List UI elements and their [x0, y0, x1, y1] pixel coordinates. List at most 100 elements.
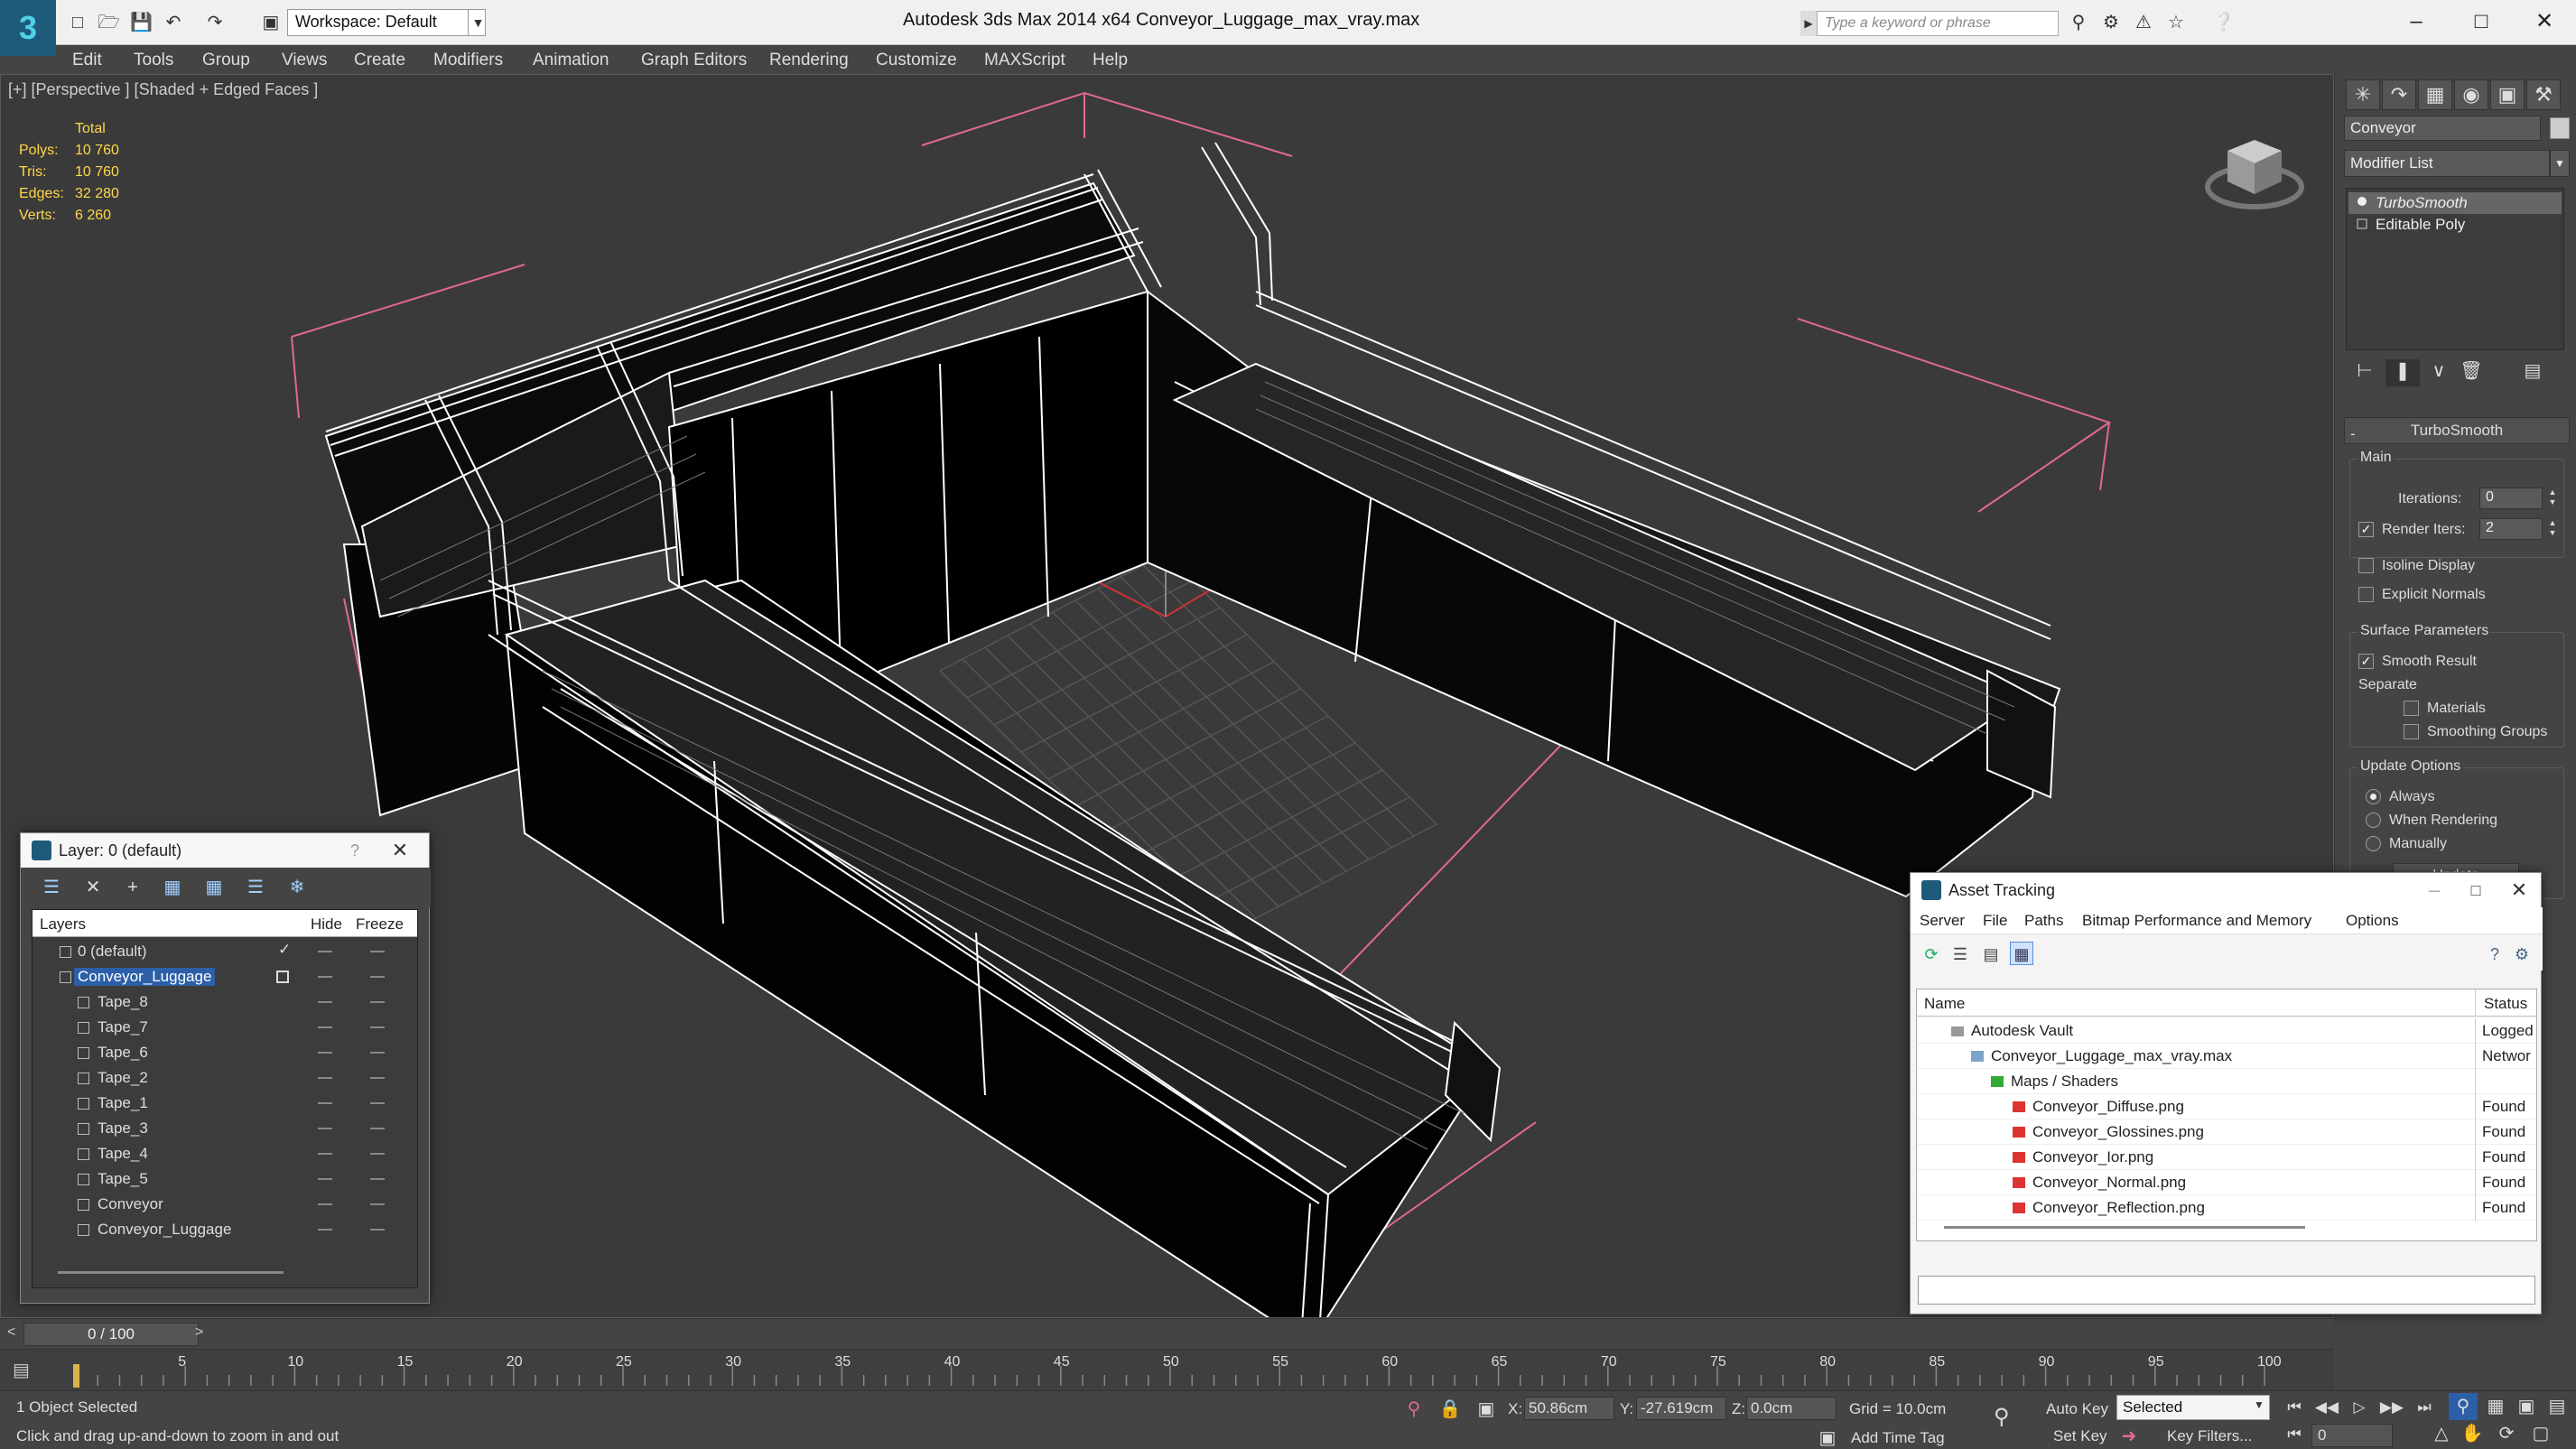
undo-icon[interactable]: ↶	[163, 12, 184, 33]
hide-toggle[interactable]	[318, 1203, 332, 1205]
open-file-icon[interactable]: 🗁	[98, 12, 120, 33]
asset-row[interactable]: Maps / Shaders	[1917, 1069, 2536, 1094]
asset-row[interactable]: Conveyor_Luggage_max_vray.max Networ	[1917, 1044, 2536, 1069]
menu-animation[interactable]: Animation	[533, 51, 609, 70]
freeze-toggle[interactable]	[370, 1001, 385, 1003]
stack-item-editable-poly[interactable]: Editable Poly	[2348, 214, 2562, 236]
hide-toggle[interactable]	[318, 1102, 332, 1104]
hide-toggle[interactable]	[318, 1229, 332, 1231]
favorites-icon[interactable]: ☆	[2165, 12, 2187, 33]
settings-icon[interactable]: ⚙	[2510, 942, 2534, 965]
delete-layer-icon[interactable]: ✕	[79, 875, 107, 900]
manually-radio[interactable]	[2366, 836, 2381, 851]
stack-item-turbosmooth[interactable]: TurboSmooth	[2348, 192, 2562, 214]
go-to-end-icon[interactable]: ⏭	[2411, 1395, 2438, 1420]
object-row[interactable]: Conveyor	[33, 1192, 417, 1217]
spinner-arrows-icon[interactable]: ▲ ▼	[2546, 518, 2559, 540]
y-coordinate-field[interactable]: -27.619cm	[1636, 1397, 1726, 1420]
field-of-view-icon[interactable]: △	[2427, 1420, 2456, 1447]
help-icon[interactable]: ❔	[2212, 12, 2235, 33]
remove-modifier-icon[interactable]: 🗑	[2454, 359, 2488, 386]
menu-help[interactable]: Help	[1093, 51, 1128, 70]
menu-customize[interactable]: Customize	[876, 51, 957, 70]
project-folder-icon[interactable]: ▣	[260, 12, 282, 33]
frame-ruler[interactable]: 5 10 15 20 25 30 35 40 45 50 55 60 65 70 75 80 85 90 95 100	[0, 1350, 2334, 1391]
key-filters-button[interactable]: Key Filters...	[2167, 1427, 2252, 1445]
workspace-dropdown[interactable]: Workspace: Default	[287, 9, 486, 36]
column-status[interactable]: Status	[2484, 995, 2527, 1013]
layer-row[interactable]: 0 (default) ✓	[33, 939, 417, 964]
current-frame-marker[interactable]	[73, 1364, 79, 1388]
absolute-mode-icon[interactable]: ▣	[1474, 1397, 1499, 1422]
viewport-label[interactable]: [+] [Perspective ] [Shaded + Edged Faces…	[8, 80, 318, 99]
highlight-layer-icon[interactable]: ▦	[200, 875, 228, 900]
orbit-icon[interactable]: ⟳	[2492, 1420, 2521, 1447]
zoom-icon[interactable]: ⚲	[2449, 1393, 2478, 1420]
hide-toggle[interactable]	[318, 1052, 332, 1054]
selection-lock-icon[interactable]: 🔒	[1437, 1397, 1463, 1422]
object-row[interactable]: Tape_3	[33, 1116, 417, 1141]
dialog-title-bar[interactable]: Layer: 0 (default) ? ✕	[21, 833, 429, 868]
menu-file[interactable]: File	[1983, 912, 2007, 930]
freeze-toggle[interactable]	[370, 1052, 385, 1054]
freeze-toggle[interactable]	[370, 1203, 385, 1205]
hide-toggle[interactable]	[318, 1178, 332, 1180]
search-expand-icon[interactable]: ▶	[1800, 11, 1817, 36]
hide-toggle[interactable]	[318, 1001, 332, 1003]
close-icon[interactable]: ✕	[384, 837, 416, 864]
expand-icon[interactable]	[2356, 218, 2368, 230]
help-icon[interactable]: ?	[2483, 942, 2506, 965]
menu-options[interactable]: Options	[2346, 912, 2399, 930]
show-end-result-icon[interactable]: ❚	[2385, 359, 2420, 386]
dialog-title-bar[interactable]: Asset Tracking – □ ✕	[1911, 873, 2541, 907]
menu-modifiers[interactable]: Modifiers	[433, 51, 503, 70]
column-freeze[interactable]: Freeze	[356, 915, 404, 933]
asset-row[interactable]: Conveyor_Reflection.png Found	[1917, 1195, 2536, 1221]
menu-edit[interactable]: Edit	[72, 51, 102, 70]
asset-row[interactable]: Conveyor_Normal.png Found	[1917, 1170, 2536, 1195]
freeze-toggle[interactable]	[370, 1153, 385, 1155]
make-unique-icon[interactable]: ∨	[2422, 359, 2456, 386]
auto-key-button[interactable]: Auto Key	[2046, 1400, 2108, 1418]
freeze-toggle[interactable]	[370, 1128, 385, 1129]
always-radio[interactable]	[2366, 789, 2381, 804]
menu-paths[interactable]: Paths	[2024, 912, 2063, 930]
hide-all-icon[interactable]: ☰	[241, 875, 270, 900]
asset-row[interactable]: Conveyor_Ior.png Found	[1917, 1145, 2536, 1170]
smoothing-groups-checkbox[interactable]	[2404, 724, 2419, 739]
asset-row[interactable]: Conveyor_Glossines.png Found	[1917, 1119, 2536, 1145]
collapse-icon[interactable]: -	[2350, 422, 2356, 447]
key-mode-dropdown[interactable]: Selected	[2116, 1395, 2270, 1420]
detail-view-icon[interactable]: ▤	[1979, 942, 2003, 965]
add-time-tag[interactable]: Add Time Tag	[1851, 1429, 1945, 1447]
viewcube-icon[interactable]	[2200, 115, 2309, 214]
motion-tab-icon[interactable]: ◉	[2454, 79, 2488, 110]
column-hide[interactable]: Hide	[311, 915, 342, 933]
help-icon[interactable]: ?	[339, 837, 371, 864]
isolate-selection-icon[interactable]: ⚲	[1401, 1397, 1427, 1422]
zoom-all-icon[interactable]: ▦	[2481, 1393, 2510, 1420]
freeze-toggle[interactable]	[370, 1026, 385, 1028]
display-tab-icon[interactable]: ▣	[2490, 79, 2525, 110]
freeze-all-icon[interactable]: ❄	[283, 875, 312, 900]
menu-create[interactable]: Create	[354, 51, 405, 70]
horizontal-scrollbar[interactable]	[58, 1271, 284, 1274]
object-row[interactable]: Tape_7	[33, 1015, 417, 1040]
chevron-down-icon[interactable]: ▼	[468, 9, 488, 36]
lightbulb-icon[interactable]	[2356, 196, 2368, 209]
app-logo[interactable]: 3	[0, 0, 56, 56]
rollout-header[interactable]: - TurboSmooth	[2344, 417, 2570, 444]
chevron-down-icon[interactable]: ▼	[2254, 1398, 2264, 1411]
maximize-button[interactable]: □	[2449, 0, 2514, 43]
time-slider[interactable]: < 0 / 100 >	[0, 1318, 2334, 1349]
zoom-extents-all-icon[interactable]: ▤	[2543, 1393, 2571, 1420]
hide-toggle[interactable]	[318, 951, 332, 952]
materials-checkbox[interactable]	[2404, 701, 2419, 716]
hierarchy-tab-icon[interactable]: ▦	[2418, 79, 2452, 110]
minimize-icon[interactable]: –	[2418, 877, 2450, 904]
list-view-icon[interactable]: ☰	[1948, 942, 1972, 965]
column-layers[interactable]: Layers	[40, 915, 86, 933]
freeze-toggle[interactable]	[370, 976, 385, 978]
time-tag-icon[interactable]: ▣	[1815, 1426, 1840, 1449]
chevron-down-icon[interactable]: ▼	[2550, 150, 2570, 177]
